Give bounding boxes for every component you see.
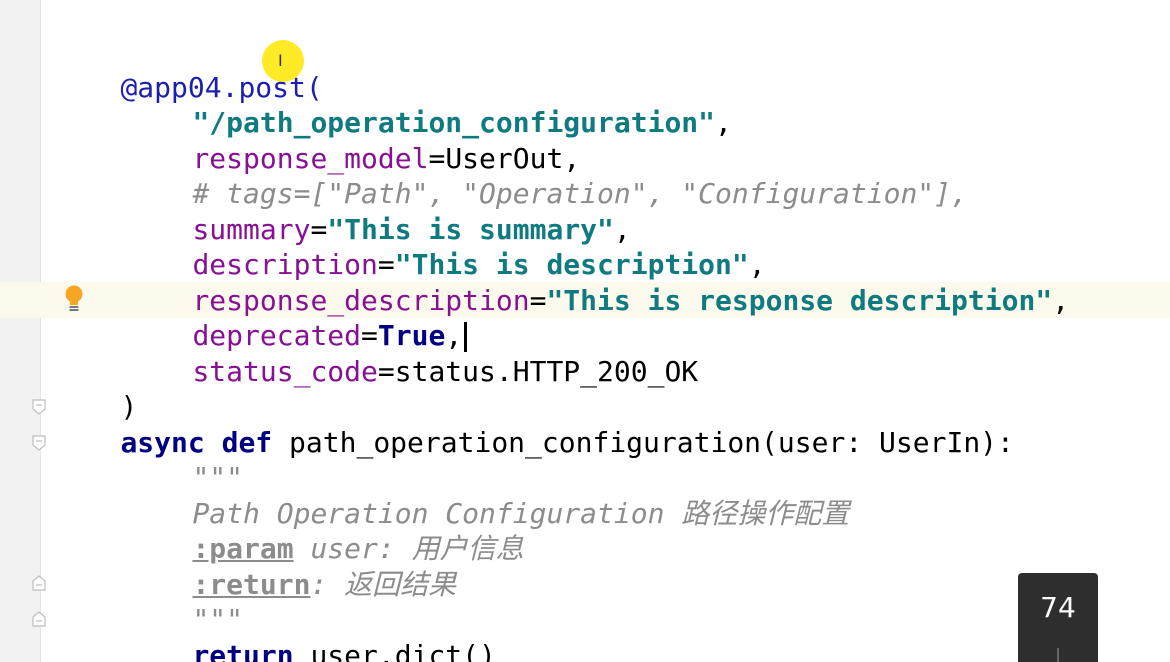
mouse-highlight xyxy=(262,40,304,82)
param-value: status.HTTP_200_OK xyxy=(394,355,699,388)
lightbulb-icon[interactable] xyxy=(62,284,86,314)
code-line[interactable]: # tags=["Path", "Operation", "Configurat… xyxy=(53,140,967,210)
fold-open-icon[interactable] xyxy=(30,398,48,416)
operator: = xyxy=(377,355,395,388)
code-line[interactable]: response_model=UserOut, xyxy=(53,105,580,175)
badge-tick xyxy=(1057,648,1059,662)
fold-close-icon[interactable] xyxy=(30,574,48,592)
operator: = xyxy=(529,284,547,317)
code-line[interactable]: response_description="This is response d… xyxy=(53,247,1069,317)
docstring-text: : 返回结果 xyxy=(310,568,457,601)
code-line[interactable]: ) xyxy=(53,353,137,423)
editor-gutter xyxy=(0,0,41,662)
code-line[interactable]: Path Operation Configuration 路径操作配置 xyxy=(53,460,849,530)
code-line[interactable]: :param user: 用户信息 xyxy=(53,495,523,565)
code-line[interactable]: summary="This is summary", xyxy=(53,176,630,246)
code-line-current[interactable]: deprecated=True, xyxy=(53,282,468,352)
return-expression: user.dict() xyxy=(293,639,496,662)
text-cursor-icon: I xyxy=(278,51,283,70)
punctuation: , xyxy=(1052,284,1070,317)
function-signature: path_operation_configuration(user: UserI… xyxy=(272,426,1014,459)
fold-open-icon[interactable] xyxy=(30,434,48,452)
string-literal: "This is response description" xyxy=(546,284,1053,317)
code-line[interactable]: description="This is description", xyxy=(53,211,765,281)
code-line[interactable]: """ xyxy=(53,424,243,494)
code-line[interactable]: :return: 返回结果 xyxy=(53,531,456,601)
code-line[interactable]: "/path_operation_configuration", xyxy=(53,69,731,139)
param-name: status_code xyxy=(192,355,378,388)
code-line[interactable]: async def path_operation_configuration(u… xyxy=(53,389,1013,459)
code-line[interactable]: status_code=status.HTTP_200_OK xyxy=(53,318,698,388)
code-line[interactable]: return user.dict() xyxy=(53,602,495,662)
punctuation: , xyxy=(715,106,732,139)
code-editor[interactable]: @app04.post( "/path_operation_configurat… xyxy=(0,0,1170,662)
fold-close-icon[interactable] xyxy=(30,610,48,628)
keyword-return: return xyxy=(192,639,294,662)
code-line[interactable]: """ xyxy=(53,566,243,636)
